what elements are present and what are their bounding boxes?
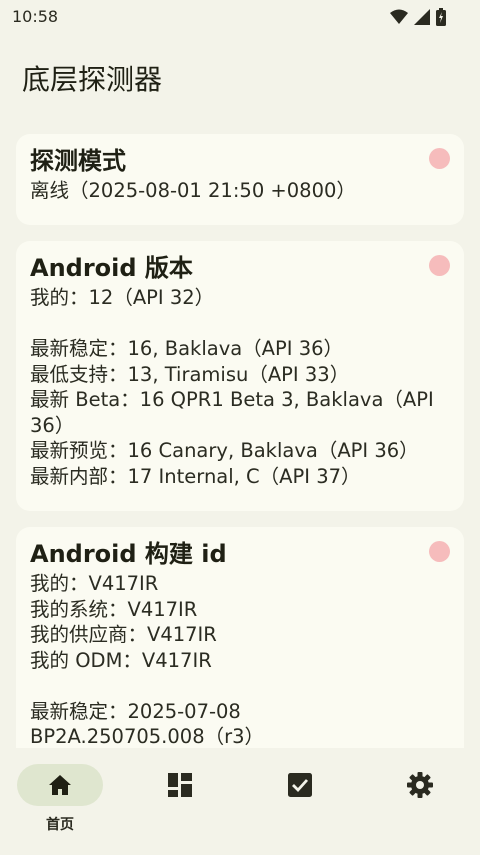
card-title: 探测模式 xyxy=(30,147,126,175)
card-line: 最新稳定：2025-07-08 xyxy=(30,699,241,723)
bottom-navigation: 首页 xyxy=(0,748,480,855)
checkbox-icon xyxy=(288,773,312,797)
card-line: 最低支持：13, Tiramisu（API 33） xyxy=(30,362,350,386)
card-line: 36） xyxy=(30,413,75,437)
card-line: 我的：V417IR xyxy=(30,572,159,595)
home-icon xyxy=(49,775,71,795)
android-version-card[interactable]: Android 版本 我的：12（API 32） 最新稳定：16, Baklav… xyxy=(16,241,464,511)
card-line: 我的系统：V417IR xyxy=(30,597,198,621)
card-line: 最新预览：16 Canary, Baklava（API 36） xyxy=(30,439,419,462)
card-line: 最新稳定：16, Baklava（API 36） xyxy=(30,337,344,360)
dashboard-icon xyxy=(168,773,192,797)
nav-tasks[interactable] xyxy=(257,764,343,806)
gear-icon xyxy=(407,772,433,798)
android-build-id-card[interactable]: Android 构建 id 我的：V417IR 我的系统：V417IR 我的供应… xyxy=(16,527,464,748)
status-dot xyxy=(429,148,450,169)
card-title: Android 版本 xyxy=(30,254,193,282)
card-line: 我的 ODM：V417IR xyxy=(30,648,212,672)
detection-mode-card[interactable]: 探测模式 离线（2025-08-01 21:50 +0800） xyxy=(16,134,464,225)
card-title: Android 构建 id xyxy=(30,540,227,568)
nav-settings[interactable] xyxy=(377,764,463,806)
page-title: 底层探测器 xyxy=(22,63,163,96)
card-line: 最新 Beta：16 QPR1 Beta 3, Baklava（API xyxy=(30,388,434,411)
nav-home[interactable] xyxy=(17,764,103,806)
card-line: BP2A.250705.008（r3） xyxy=(30,725,265,748)
card-line: 最新内部：17 Internal, C（API 37） xyxy=(30,464,361,488)
card-line: 我的供应商：V417IR xyxy=(30,623,217,646)
nav-dashboard[interactable] xyxy=(137,764,223,806)
status-dot xyxy=(429,255,450,276)
nav-home-label: 首页 xyxy=(46,817,74,833)
card-line: 我的：12（API 32） xyxy=(30,286,215,309)
content-scroll-area[interactable]: 底层探测器 探测模式 离线（2025-08-01 21:50 +0800） An… xyxy=(0,0,480,748)
card-line: 离线（2025-08-01 21:50 +0800） xyxy=(30,179,356,202)
status-dot xyxy=(429,541,450,562)
